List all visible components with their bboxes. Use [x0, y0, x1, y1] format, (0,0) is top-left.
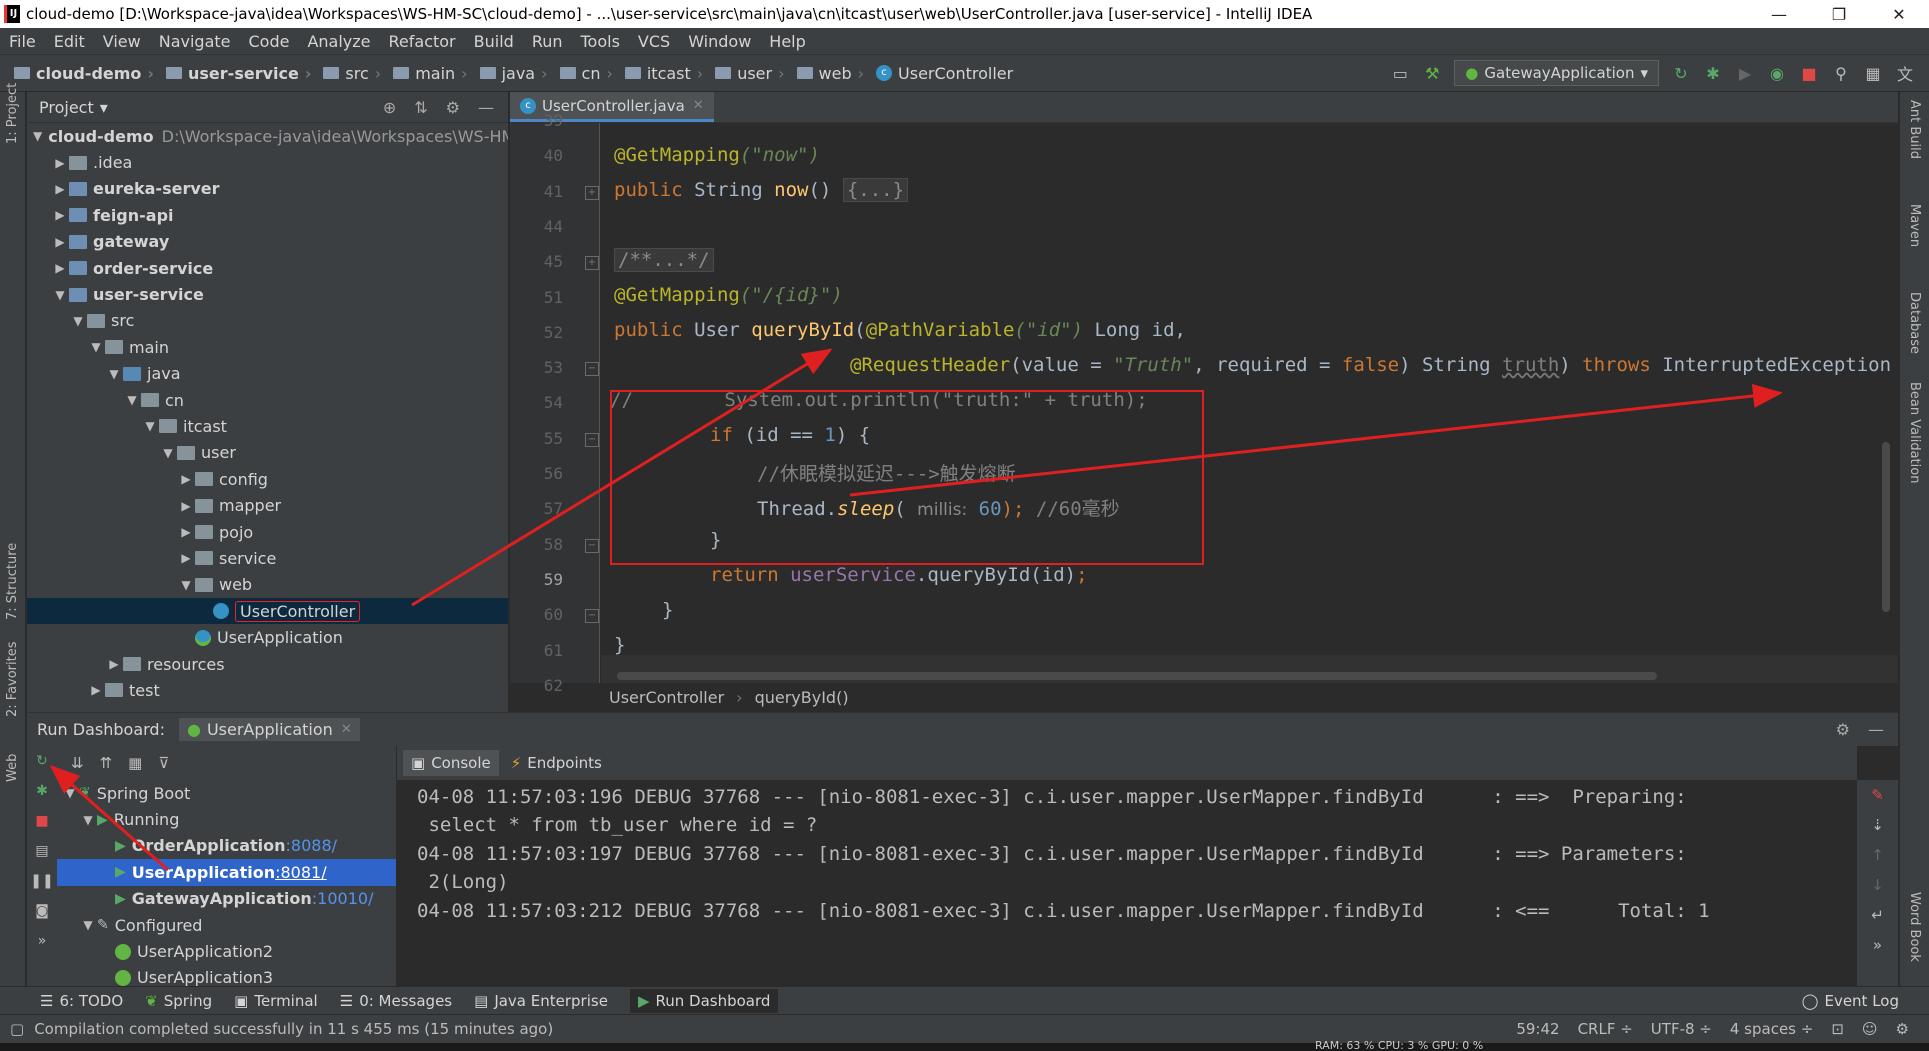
- arrow-to-rerun: [49, 765, 169, 872]
- arrow-to-method: [411, 348, 833, 607]
- arrow-to-throws: [849, 384, 1783, 497]
- annotation-arrows: [49, 348, 1783, 872]
